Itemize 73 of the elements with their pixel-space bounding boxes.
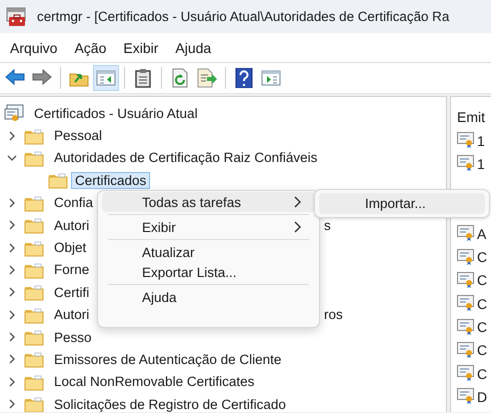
menu-item[interactable]: Exibir bbox=[116, 40, 168, 56]
chevron-right-icon bbox=[293, 195, 303, 209]
clipboard-icon bbox=[133, 68, 153, 88]
app-icon bbox=[6, 6, 27, 26]
panel-icon bbox=[261, 68, 281, 88]
table-cell: 1 bbox=[477, 156, 485, 172]
help-icon bbox=[234, 68, 254, 88]
folder-icon bbox=[24, 306, 44, 324]
window-title: certmgr - [Certificados - Usuário Atual\Autoridades de Certificação Ra bbox=[37, 9, 450, 24]
certificate-icon bbox=[457, 295, 474, 312]
column-header[interactable]: Emit bbox=[457, 105, 491, 129]
menu-item[interactable]: Importar... bbox=[319, 193, 485, 214]
tree-item[interactable]: Pesso bbox=[50, 328, 96, 346]
tree-item[interactable]: Forne bbox=[50, 261, 94, 278]
table-cell: 1 bbox=[477, 132, 485, 149]
folder-icon bbox=[24, 372, 44, 391]
table-cell: A bbox=[477, 226, 486, 242]
tree-item[interactable]: Autori bbox=[50, 216, 94, 234]
menu-item[interactable]: Exportar Lista... bbox=[102, 262, 315, 282]
menu-item[interactable]: Atualizar bbox=[102, 242, 315, 262]
table-cell: C bbox=[477, 272, 488, 288]
document-arrow-icon bbox=[197, 68, 217, 88]
arrow-right-icon bbox=[32, 68, 52, 88]
folder-icon bbox=[24, 260, 44, 279]
tree-item[interactable]: Solicitações de Registro de Certificado bbox=[50, 396, 290, 412]
menu-item[interactable]: Ajuda bbox=[168, 40, 222, 56]
tree-item-fragment: s bbox=[324, 218, 331, 233]
tree-item[interactable]: Confia bbox=[50, 194, 98, 212]
table-cell: C bbox=[477, 366, 488, 382]
table-cell: C bbox=[477, 249, 488, 266]
folder-icon bbox=[24, 283, 44, 302]
folder-icon bbox=[48, 171, 68, 190]
folder-icon bbox=[24, 216, 44, 234]
certificate-icon bbox=[457, 225, 474, 242]
folder-icon bbox=[24, 126, 44, 145]
menu-item[interactable]: Ação bbox=[67, 40, 116, 56]
folder-icon bbox=[24, 194, 44, 212]
tree-item[interactable]: Certificados - Usuário Atual bbox=[30, 104, 202, 122]
arrow-left-icon bbox=[5, 68, 25, 88]
table-cell: D bbox=[477, 388, 488, 405]
certificate-icon bbox=[457, 272, 474, 289]
tree-toggle-button[interactable] bbox=[93, 65, 119, 91]
folder-icon bbox=[24, 350, 44, 368]
folder-icon bbox=[24, 148, 44, 167]
table-cell: C bbox=[477, 296, 488, 312]
menu-item[interactable]: Exibir bbox=[102, 217, 315, 237]
certificate-icon bbox=[457, 342, 474, 359]
certificate-icon bbox=[457, 132, 474, 150]
tree-item[interactable]: Emissores de Autenticação de Cliente bbox=[50, 350, 286, 368]
menu-item[interactable]: Ajuda bbox=[102, 287, 315, 307]
tree-item[interactable]: Certifi bbox=[50, 284, 94, 301]
folder-icon bbox=[24, 328, 44, 346]
certificate-store-icon bbox=[4, 104, 24, 122]
certificate-icon bbox=[457, 388, 474, 406]
certificate-icon bbox=[457, 248, 474, 266]
menu-item[interactable]: Todas as tarefas bbox=[102, 192, 315, 212]
tree-item[interactable]: Objet bbox=[50, 239, 90, 256]
tree-item[interactable]: Autori bbox=[50, 306, 94, 324]
refresh-icon bbox=[170, 68, 190, 88]
tree-item[interactable]: Pessoal bbox=[50, 127, 106, 144]
folder-icon bbox=[24, 238, 44, 257]
chevron-right-icon bbox=[293, 220, 303, 234]
certificate-icon bbox=[457, 365, 474, 382]
certificate-icon bbox=[457, 318, 474, 336]
certificate-icon bbox=[457, 155, 474, 172]
table-cell: C bbox=[477, 342, 488, 358]
tree-item[interactable]: Local NonRemovable Certificates bbox=[50, 373, 258, 390]
menu-item[interactable]: Arquivo bbox=[3, 40, 68, 56]
tree-item-fragment: ros bbox=[324, 307, 343, 322]
table-cell: C bbox=[477, 319, 488, 336]
panel-icon bbox=[96, 68, 116, 88]
tree-item[interactable]: Certificados bbox=[71, 172, 150, 189]
tree-item[interactable]: Autoridades de Certificação Raiz Confiáveis bbox=[50, 149, 322, 166]
